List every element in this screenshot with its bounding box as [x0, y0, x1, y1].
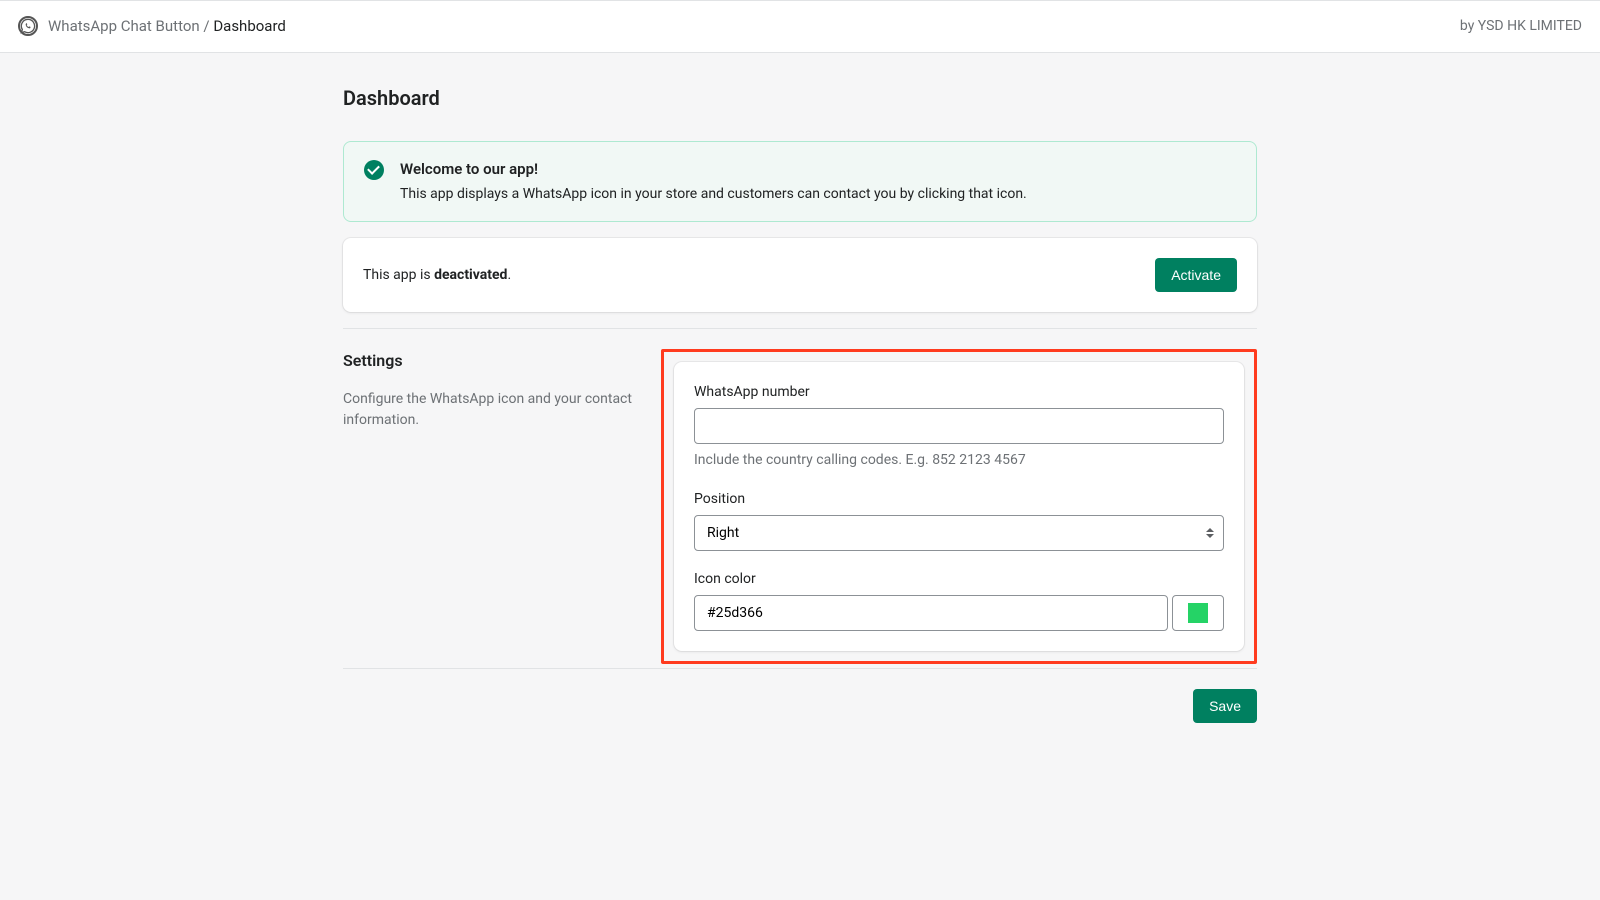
settings-left: Settings Configure the WhatsApp icon and…	[343, 349, 641, 664]
whatsapp-icon	[18, 16, 38, 36]
welcome-banner: Welcome to our app! This app displays a …	[343, 141, 1257, 223]
checkmark-icon	[364, 160, 384, 180]
breadcrumb-current: Dashboard	[213, 17, 286, 35]
form-group-color: Icon color	[694, 569, 1224, 631]
position-select[interactable]: Right	[694, 515, 1224, 551]
highlight-box: WhatsApp number Include the country call…	[661, 349, 1257, 664]
status-card: This app is deactivated. Activate	[343, 238, 1257, 312]
whatsapp-number-input[interactable]	[694, 408, 1224, 444]
number-label: WhatsApp number	[694, 382, 1224, 403]
page-title: Dashboard	[343, 83, 1257, 113]
color-label: Icon color	[694, 569, 1224, 590]
topbar-left: WhatsApp Chat Button / Dashboard	[18, 15, 286, 38]
breadcrumb-sep: /	[200, 17, 214, 35]
activate-button[interactable]: Activate	[1155, 258, 1237, 292]
topbar: WhatsApp Chat Button / Dashboard by YSD …	[0, 0, 1600, 53]
status-text: This app is deactivated.	[363, 265, 511, 286]
form-group-position: Position Right	[694, 489, 1224, 551]
position-select-wrap: Right	[694, 515, 1224, 551]
status-suffix: .	[507, 267, 511, 283]
form-group-number: WhatsApp number Include the country call…	[694, 382, 1224, 471]
color-swatch-button[interactable]	[1172, 595, 1224, 631]
status-state: deactivated	[434, 267, 507, 283]
color-swatch-icon	[1188, 603, 1208, 623]
number-help: Include the country calling codes. E.g. …	[694, 450, 1224, 471]
breadcrumb-app[interactable]: WhatsApp Chat Button	[48, 17, 200, 35]
banner-title: Welcome to our app!	[400, 158, 1027, 181]
by-line: by YSD HK LIMITED	[1460, 16, 1582, 37]
settings-title: Settings	[343, 349, 641, 373]
settings-card: WhatsApp number Include the country call…	[674, 362, 1244, 651]
position-label: Position	[694, 489, 1224, 510]
icon-color-input[interactable]	[694, 595, 1168, 631]
settings-section: Settings Configure the WhatsApp icon and…	[343, 328, 1257, 664]
breadcrumb: WhatsApp Chat Button / Dashboard	[48, 15, 286, 38]
save-button[interactable]: Save	[1193, 689, 1257, 723]
status-prefix: This app is	[363, 267, 434, 283]
banner-content: Welcome to our app! This app displays a …	[400, 158, 1027, 206]
settings-right: WhatsApp number Include the country call…	[661, 349, 1257, 664]
status-row: This app is deactivated. Activate	[363, 258, 1237, 292]
settings-desc: Configure the WhatsApp icon and your con…	[343, 389, 641, 431]
color-row	[694, 595, 1224, 631]
save-row: Save	[343, 668, 1257, 723]
banner-body: This app displays a WhatsApp icon in you…	[400, 184, 1027, 205]
main-container: Dashboard Welcome to our app! This app d…	[343, 53, 1257, 754]
